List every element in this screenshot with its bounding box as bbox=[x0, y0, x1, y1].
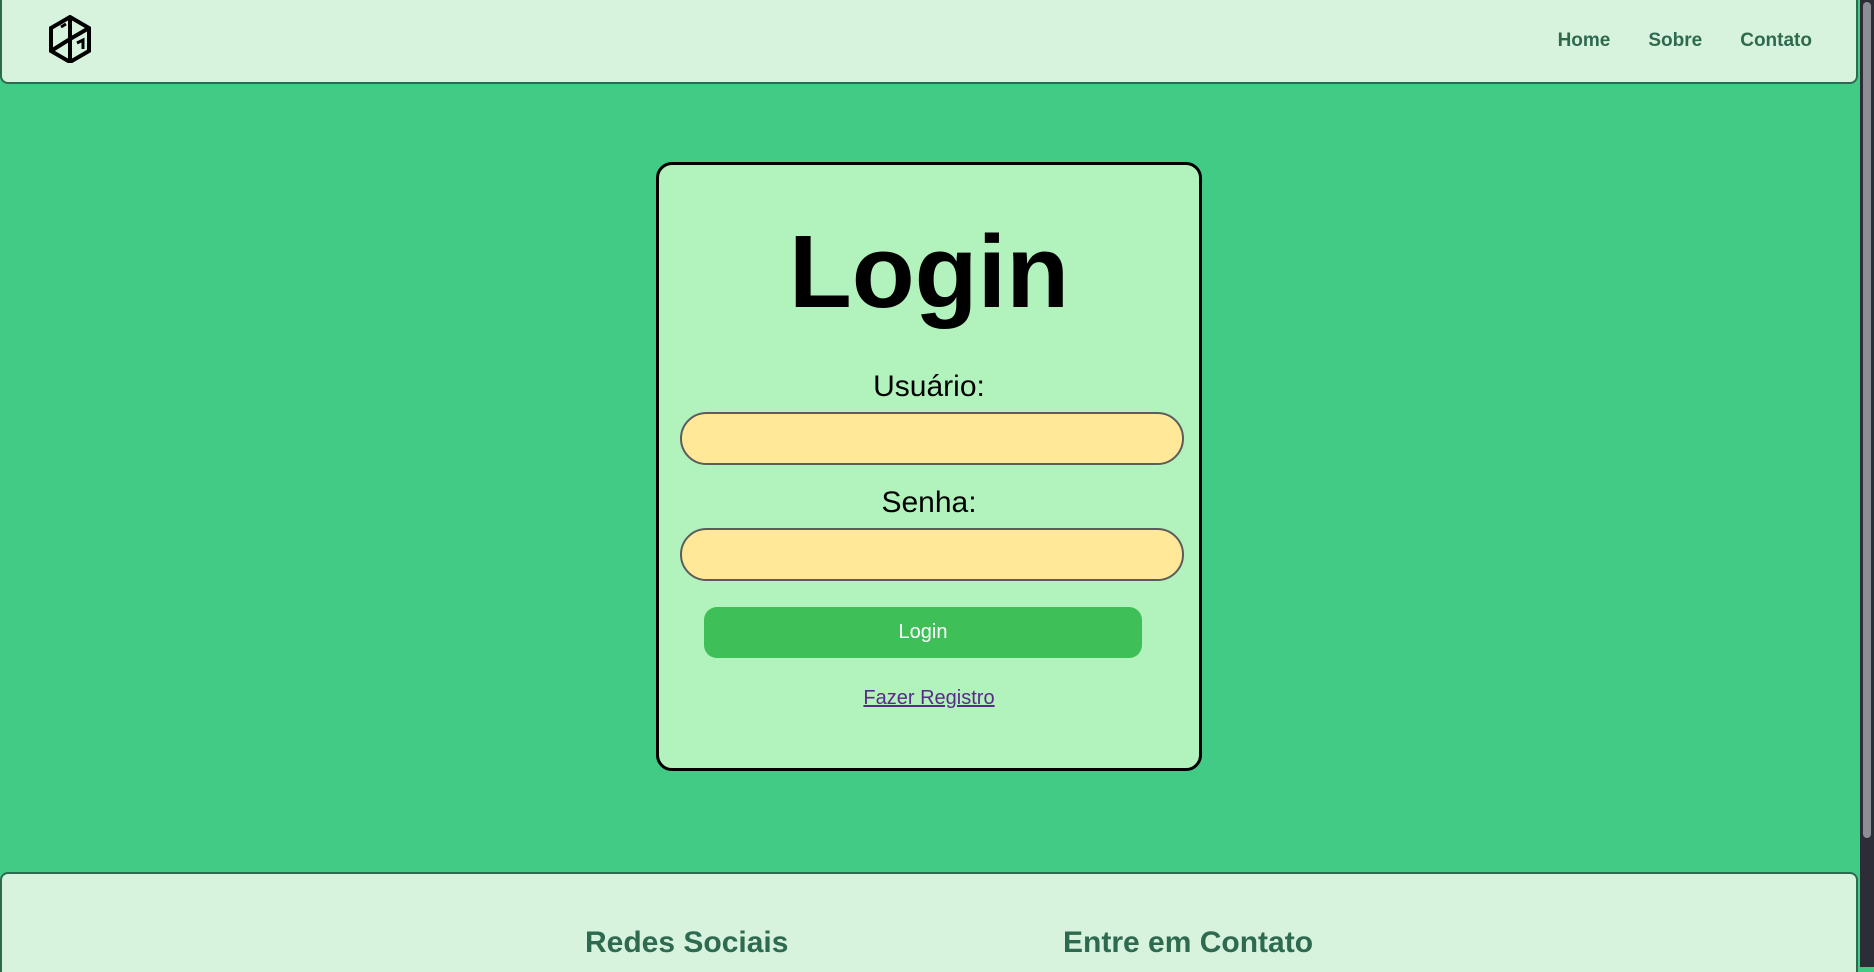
register-link-wrapper: Fazer Registro bbox=[659, 687, 1199, 710]
footer: Redes Sociais Entre em Contato bbox=[0, 872, 1858, 972]
navbar: Home Sobre Contato bbox=[0, 0, 1858, 84]
username-label: Usuário: bbox=[873, 370, 985, 403]
login-title: Login bbox=[788, 214, 1070, 329]
nav-link-sobre[interactable]: Sobre bbox=[1648, 30, 1702, 52]
contact-heading: Entre em Contato bbox=[1063, 926, 1314, 959]
nav-link-contato[interactable]: Contato bbox=[1740, 30, 1812, 52]
nav-link-home[interactable]: Home bbox=[1558, 30, 1611, 52]
cube-logo-icon[interactable] bbox=[48, 15, 92, 63]
password-label: Senha: bbox=[881, 486, 977, 519]
scrollbar-thumb[interactable] bbox=[1863, 2, 1871, 838]
social-heading: Redes Sociais bbox=[585, 926, 789, 959]
nav-links: Home Sobre Contato bbox=[1558, 30, 1812, 52]
password-input[interactable] bbox=[680, 528, 1184, 581]
login-card: Login Usuário: Senha: Login Fazer Regist… bbox=[656, 162, 1202, 771]
vertical-scrollbar[interactable] bbox=[1860, 0, 1874, 967]
login-button[interactable]: Login bbox=[704, 607, 1142, 658]
register-link[interactable]: Fazer Registro bbox=[863, 687, 994, 709]
username-input[interactable] bbox=[680, 412, 1184, 465]
